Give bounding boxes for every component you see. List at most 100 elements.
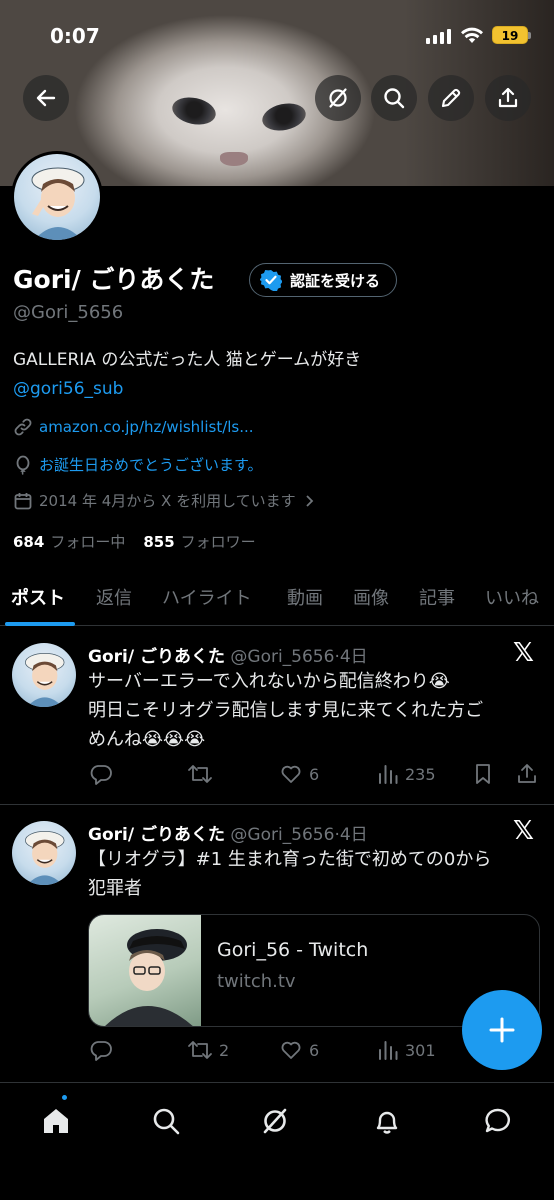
tab-likes[interactable]: いいね xyxy=(485,584,539,610)
arrow-left-icon xyxy=(36,89,56,107)
verified-badge-icon xyxy=(260,270,282,291)
tweet-avatar[interactable] xyxy=(12,643,76,707)
follow-stats: 684 フォロー中 855 フォロワー xyxy=(13,531,274,552)
cat-eye-left xyxy=(169,93,219,129)
profile-website[interactable]: amazon.co.jp/hz/wishlist/ls... xyxy=(13,417,254,437)
grok-button[interactable] xyxy=(315,75,361,121)
profile-bio: GALLERIA の公式だった人 猫とゲームが好き @gori56_sub xyxy=(13,346,361,404)
profile-joined[interactable]: 2014 年 4月から X を利用しています xyxy=(13,490,316,511)
link-card-thumbnail xyxy=(89,915,201,1026)
tweet-header: Gori/ ごりあくた @Gori_5656·4日 xyxy=(88,647,368,667)
link-card-title: Gori_56 - Twitch xyxy=(217,939,369,961)
reply-icon xyxy=(90,765,112,785)
bell-icon xyxy=(376,1111,398,1134)
tweet-author-handle: @Gori_5656 xyxy=(230,647,335,667)
wifi-icon xyxy=(461,27,483,43)
bookmark-icon xyxy=(476,764,490,784)
joined-text: 2014 年 4月から X を利用しています xyxy=(39,492,296,510)
followers-label[interactable]: フォロワー xyxy=(181,533,256,551)
bar-chart-icon xyxy=(379,1041,398,1060)
view-count: 235 xyxy=(405,764,436,784)
battery-indicator: 19 xyxy=(492,26,531,44)
like-button[interactable]: 6 xyxy=(279,1038,319,1062)
status-time: 0:07 xyxy=(50,24,100,48)
profile-avatar[interactable] xyxy=(11,151,103,243)
retweet-count: 2 xyxy=(219,1040,230,1060)
nav-messages[interactable] xyxy=(478,1101,518,1141)
x-logo-icon[interactable]: 𝕏 xyxy=(513,816,534,846)
tab-videos[interactable]: 動画 xyxy=(287,584,323,610)
tweet[interactable]: Gori/ ごりあくた @Gori_5656·4日 𝕏 サーバーエラーで入れない… xyxy=(0,627,554,805)
tweet-header: Gori/ ごりあくた @Gori_5656·4日 xyxy=(88,825,368,845)
tab-images[interactable]: 画像 xyxy=(353,584,389,610)
views-button[interactable]: 235 xyxy=(377,762,436,786)
reply-button[interactable] xyxy=(89,762,119,786)
avatar-illustration xyxy=(25,653,65,707)
tweet-text-line: 犯罪者 xyxy=(88,878,142,899)
tweet-author-handle: @Gori_5656 xyxy=(230,825,335,845)
compose-post-button[interactable] xyxy=(462,990,542,1070)
plus-icon xyxy=(489,1017,515,1043)
profile-handle: @Gori_5656 xyxy=(13,302,124,323)
nav-home[interactable] xyxy=(36,1101,76,1141)
website-link[interactable]: amazon.co.jp/hz/wishlist/ls... xyxy=(39,418,254,436)
view-count: 301 xyxy=(405,1040,436,1060)
message-bubble-icon xyxy=(485,1108,510,1133)
retweet-button[interactable]: 2 xyxy=(187,1038,229,1062)
retweet-icon xyxy=(188,765,212,783)
edit-button[interactable] xyxy=(428,75,474,121)
share-button[interactable] xyxy=(485,75,531,121)
active-tab-indicator xyxy=(5,622,75,626)
reply-icon xyxy=(90,1041,112,1061)
nav-notifications[interactable] xyxy=(367,1101,407,1141)
avatar-illustration xyxy=(25,831,65,885)
tweet-author-name[interactable]: Gori/ ごりあくた xyxy=(88,825,225,845)
tweet-text: 【リオグラ】#1 生まれ育った街で初めての0から 犯罪者 xyxy=(88,845,491,903)
avatar-image xyxy=(14,154,100,240)
back-button[interactable] xyxy=(23,75,69,121)
get-verified-label: 認証を受ける xyxy=(290,271,381,290)
following-count[interactable]: 684 xyxy=(13,533,44,551)
tweet-time: 4日 xyxy=(339,825,368,845)
calendar-icon xyxy=(14,492,32,509)
balloon-icon xyxy=(16,455,30,475)
cat-nose xyxy=(220,152,248,166)
bookmark-button[interactable] xyxy=(472,762,494,786)
views-button[interactable]: 301 xyxy=(377,1038,436,1062)
search-icon xyxy=(384,88,405,109)
tweet-avatar[interactable] xyxy=(12,821,76,885)
tweet-text-line: 【リオグラ】#1 生まれ育った街で初めての0から xyxy=(88,849,492,870)
following-label[interactable]: フォロー中 xyxy=(50,533,125,551)
chevron-right-icon xyxy=(305,494,313,507)
pencil-icon xyxy=(441,88,461,108)
search-icon xyxy=(153,1108,180,1135)
bio-mention-link[interactable]: @gori56_sub xyxy=(13,375,361,404)
cat-eye-right xyxy=(259,99,309,135)
heart-icon xyxy=(281,765,301,783)
heart-icon xyxy=(281,1041,301,1059)
bar-chart-icon xyxy=(379,765,398,784)
like-count: 6 xyxy=(309,764,320,784)
grok-icon xyxy=(263,1108,287,1134)
get-verified-button[interactable]: 認証を受ける xyxy=(249,263,398,297)
x-logo-icon[interactable]: 𝕏 xyxy=(513,638,534,668)
tweet-text-line: めんね😭😭😭 xyxy=(88,729,206,750)
nav-search[interactable] xyxy=(146,1101,186,1141)
nav-grok[interactable] xyxy=(255,1101,295,1141)
retweet-button[interactable] xyxy=(187,762,219,786)
tab-highlights[interactable]: ハイライト xyxy=(162,584,252,610)
profile-name: Gori/ ごりあくた xyxy=(13,265,215,294)
link-card-domain: twitch.tv xyxy=(217,971,296,992)
tab-posts[interactable]: ポスト xyxy=(11,584,65,610)
share-tweet-button[interactable] xyxy=(516,762,538,786)
bottom-navigation xyxy=(0,1082,554,1200)
tab-replies[interactable]: 返信 xyxy=(96,584,132,610)
like-button[interactable]: 6 xyxy=(279,762,319,786)
search-button[interactable] xyxy=(371,75,417,121)
tweet-author-name[interactable]: Gori/ ごりあくた xyxy=(88,647,225,667)
tab-articles[interactable]: 記事 xyxy=(419,584,455,610)
thumbnail-illustration xyxy=(105,929,193,1026)
reply-button[interactable] xyxy=(89,1038,119,1062)
followers-count[interactable]: 855 xyxy=(143,533,174,551)
profile-screen: 0:07 19 Gori/ ごりあくた 認証を受ける @Gori_5656 GA… xyxy=(0,0,554,1200)
